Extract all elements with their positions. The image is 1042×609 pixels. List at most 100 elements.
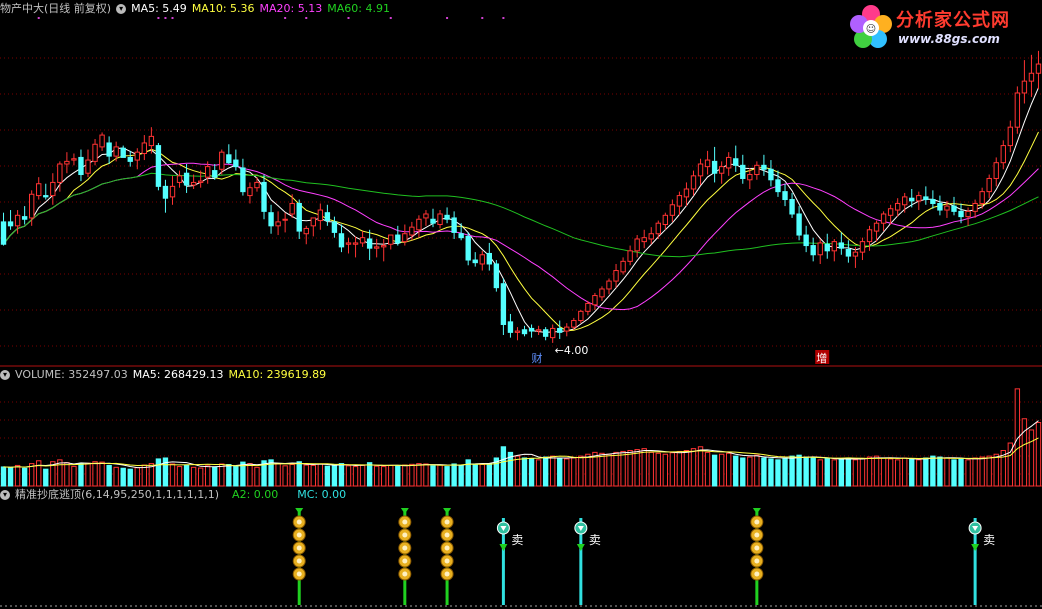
candle-body bbox=[711, 160, 718, 174]
candle-body bbox=[1007, 126, 1014, 147]
ma5-label: MA5: 5.49 bbox=[131, 2, 187, 15]
candle-body bbox=[641, 237, 647, 243]
volume-bar bbox=[810, 457, 816, 487]
chart-canvas: 卖 卖 卖 ←4.00 财 增 bbox=[0, 17, 1042, 607]
candle-body bbox=[197, 180, 204, 183]
candle-body bbox=[373, 246, 380, 249]
event-dot bbox=[347, 17, 350, 19]
event-dot bbox=[446, 17, 449, 19]
volume-bar bbox=[444, 466, 450, 487]
candle-body bbox=[127, 156, 133, 162]
event-dot bbox=[481, 17, 484, 19]
volume-bar bbox=[479, 464, 485, 487]
candle-body bbox=[359, 237, 366, 244]
candle-body bbox=[472, 259, 478, 264]
candle-body bbox=[831, 241, 837, 252]
ma60-label: MA60: 4.91 bbox=[327, 2, 390, 15]
candle-body bbox=[761, 164, 767, 170]
indicator-toggle-icon[interactable]: ▾ bbox=[0, 490, 10, 500]
volume-bar bbox=[388, 464, 394, 487]
candle-body bbox=[247, 187, 253, 197]
volume-toggle-icon[interactable]: ▾ bbox=[0, 370, 10, 380]
volume-bar bbox=[669, 452, 676, 487]
candle-body bbox=[606, 280, 612, 290]
candle-body bbox=[648, 233, 654, 240]
volume-bar bbox=[120, 467, 126, 487]
volume-bar bbox=[655, 452, 661, 487]
volume-bar bbox=[697, 446, 704, 487]
volume-bar bbox=[85, 462, 91, 487]
sell-label: 卖 bbox=[589, 533, 601, 547]
buy-arrow-icon bbox=[443, 508, 452, 514]
candle-body bbox=[775, 179, 781, 193]
volume-bar bbox=[1035, 421, 1042, 487]
candle-body bbox=[1035, 63, 1042, 74]
volume-bar bbox=[352, 466, 359, 487]
volume-bar bbox=[916, 459, 922, 487]
candle-body bbox=[768, 168, 774, 181]
candle-body bbox=[620, 260, 626, 273]
candle-body bbox=[627, 250, 633, 262]
volume-bar bbox=[585, 453, 591, 487]
volume-bar bbox=[923, 457, 929, 487]
money-bag-highlight bbox=[296, 532, 302, 538]
event-dot bbox=[37, 17, 40, 19]
volume-bar bbox=[78, 463, 84, 487]
candle-body bbox=[894, 202, 901, 211]
volume-bar bbox=[219, 463, 225, 487]
volume-bar bbox=[373, 465, 380, 487]
volume-bar bbox=[599, 452, 605, 487]
sell-arrow-icon bbox=[576, 544, 585, 551]
candle-body bbox=[852, 251, 859, 257]
volume-bar bbox=[303, 464, 309, 487]
volume-bar bbox=[887, 458, 894, 487]
candle-body bbox=[726, 156, 732, 169]
candle-body bbox=[599, 288, 605, 298]
candle-body bbox=[240, 167, 246, 193]
volume-bar bbox=[838, 458, 845, 487]
volume-bar bbox=[944, 457, 950, 487]
ma10-label: MA10: 5.36 bbox=[191, 2, 255, 15]
candle-body bbox=[500, 283, 507, 325]
volume-bar bbox=[282, 465, 288, 487]
volume-bar bbox=[634, 449, 640, 487]
candle-body bbox=[838, 242, 845, 249]
candle-body bbox=[782, 191, 788, 201]
volume-panel-header: ▾ VOLUME: 352497.03 MA5: 268429.13 MA10:… bbox=[0, 367, 326, 383]
settings-toggle-icon[interactable]: ▾ bbox=[116, 4, 127, 14]
volume-bar bbox=[289, 464, 295, 487]
candle-body bbox=[21, 216, 28, 220]
candle-body bbox=[718, 166, 725, 174]
volume-bar bbox=[43, 468, 49, 487]
volume-bar bbox=[205, 465, 211, 487]
candlestick-series bbox=[0, 50, 1042, 343]
volume-bar bbox=[21, 467, 28, 487]
volume-bar bbox=[423, 463, 429, 487]
candle-body bbox=[549, 327, 556, 339]
candle-body bbox=[458, 233, 464, 239]
volume-bar bbox=[613, 451, 619, 487]
candle-body bbox=[493, 263, 500, 289]
candle-body bbox=[557, 327, 563, 333]
volume-bar bbox=[578, 455, 584, 487]
volume-bar bbox=[1028, 429, 1035, 487]
volume-bar bbox=[951, 459, 957, 487]
volume-bar bbox=[296, 461, 302, 487]
candle-body bbox=[268, 212, 274, 227]
volume-bar bbox=[437, 464, 443, 487]
candle-body bbox=[937, 202, 943, 211]
candle-body bbox=[965, 210, 971, 218]
stock-title: 物产中大(日线 前复权) bbox=[0, 2, 112, 15]
candle-body bbox=[141, 142, 148, 154]
signal-markers: 卖卖卖 bbox=[292, 508, 995, 605]
candle-body bbox=[669, 204, 676, 216]
volume-bar bbox=[803, 456, 809, 487]
volume-bar bbox=[930, 455, 936, 487]
volume-bar bbox=[718, 453, 725, 487]
candle-body bbox=[85, 159, 91, 174]
money-bag-highlight bbox=[296, 571, 302, 577]
candle-body bbox=[796, 213, 802, 236]
candle-body bbox=[451, 217, 457, 233]
candle-body bbox=[993, 162, 999, 179]
volume-bar bbox=[141, 464, 148, 487]
